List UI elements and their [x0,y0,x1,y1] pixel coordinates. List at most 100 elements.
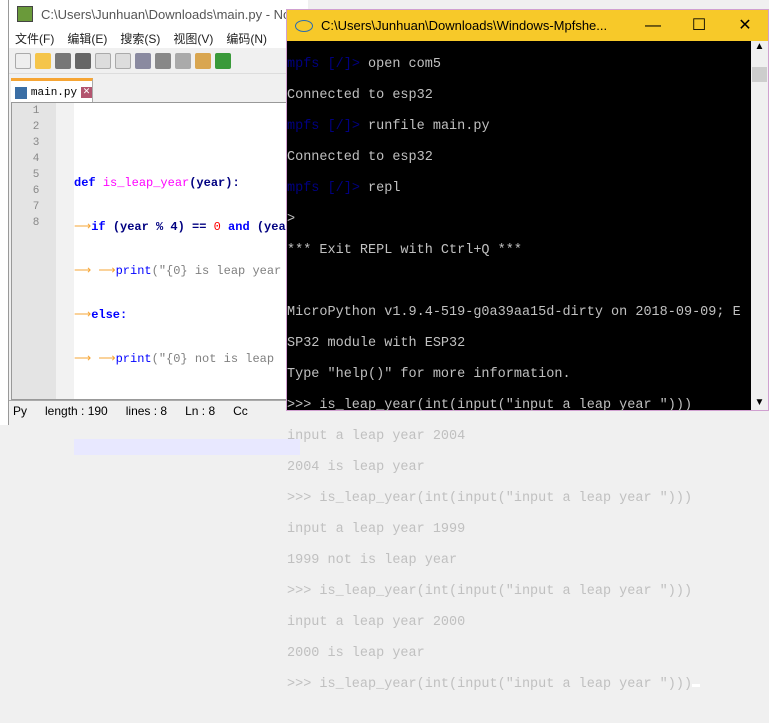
builtin: print [115,352,152,366]
console-line: mpfs [/]> runfile main.py [287,119,737,135]
tab-main-py[interactable]: main.py ✕ [11,78,93,104]
console-text: mpfs [287,119,328,134]
cut-icon[interactable] [155,52,171,69]
file-length: length : 190 [45,403,108,418]
toolbar [9,48,308,74]
saved-file-icon [15,86,27,99]
console-text: > [351,119,369,134]
menu-encoding[interactable]: 编码(N) [226,30,267,47]
line-number: 6 [32,185,40,197]
console-text: >>> is_leap_year(int(input("input a leap… [287,677,693,692]
console-text: mpfs [287,181,328,196]
maximize-button[interactable]: ☐ [676,10,722,41]
text-cursor [692,684,701,687]
console-scrollbar[interactable]: ▲ ▼ [751,41,768,410]
console-text: open com5 [368,57,441,72]
tab-bar: main.py ✕ [9,74,308,104]
console-line: Connected to esp32 [287,88,433,103]
print-icon[interactable] [135,52,151,69]
close-tab-icon[interactable]: ✕ [81,87,92,98]
line-number: 4 [32,153,40,165]
code-editor[interactable]: 1 2 3 4 5 6 7 8 def is_leap_year(year): … [11,102,301,455]
console-text: [/] [327,57,352,72]
code-token: (yea [249,220,286,234]
console-line: input a leap year 2000 [287,615,466,630]
string: ("{0} not is leap [151,352,275,366]
console-line: >>> is_leap_year(int(input("input a leap… [287,584,693,599]
notepad-title: C:\Users\Junhuan\Downloads\main.py - No [41,6,291,22]
cursor-line: Ln : 8 [185,403,216,418]
menu-view[interactable]: 视图(V) [173,30,213,47]
new-file-icon[interactable] [15,52,31,69]
copy-icon[interactable] [175,52,191,69]
console-text: repl [368,181,401,196]
console-title-bar: C:\Users\Junhuan\Downloads\Windows-Mpfsh… [287,10,768,41]
menu-search[interactable]: 搜索(S) [120,30,160,47]
console-text: runfile main.py [368,119,490,134]
line-count: lines : 8 [125,403,168,418]
console-line: > [287,212,296,227]
code-token: (year): [189,176,240,190]
console-line: >>> is_leap_year(int(input("input a leap… [287,398,693,413]
menu-file[interactable]: 文件(F) [15,30,54,47]
status-bar: Py length : 190 lines : 8 Ln : 8 Cc [9,400,309,420]
console-text: [/] [327,181,352,196]
console-line: MicroPython v1.9.4-519-g0a39aa15d-dirty … [287,305,741,320]
builtin: print [115,264,152,278]
keyword: if [91,220,106,234]
console-line: mpfs [/]> open com5 [287,57,737,73]
close-button[interactable]: ✕ [722,10,768,41]
current-line [74,439,300,455]
open-folder-icon[interactable] [35,52,51,69]
line-number: 7 [32,201,40,213]
console-output[interactable]: mpfs [/]> open com5 Connected to esp32 m… [287,41,741,692]
console-text: [/] [327,119,352,134]
console-line: Type "help()" for more information. [287,367,571,382]
console-line: 2000 is leap year [287,646,425,661]
code-token: (year % 4) == [112,220,214,234]
line-number: 1 [32,105,40,117]
undo-icon[interactable] [215,52,231,69]
fold-margin[interactable] [56,103,74,399]
console-window: C:\Users\Junhuan\Downloads\Windows-Mpfsh… [286,9,769,692]
code-text: def is_leap_year(year): ⟶if (year % 4) =… [74,103,300,483]
number: 0 [213,220,221,234]
menu-edit[interactable]: 编辑(E) [67,30,107,47]
save-icon[interactable] [55,52,71,69]
console-line: SP32 module with ESP32 [287,336,466,351]
keyword: and [228,220,250,234]
console-line: input a leap year 2004 [287,429,466,444]
function-name: is_leap_year [102,176,190,190]
cursor-col: Cc [233,403,248,418]
console-line: >>> is_leap_year(int(input("input a leap… [287,677,737,693]
close-all-icon[interactable] [115,52,131,69]
notepad-title-bar: C:\Users\Junhuan\Downloads\main.py - No [9,0,308,28]
line-number: 3 [32,137,40,149]
console-line: mpfs [/]> repl [287,181,737,197]
console-line: input a leap year 1999 [287,522,466,537]
save-all-icon[interactable] [75,52,91,69]
notepad-app-icon [17,6,33,22]
scroll-down-icon[interactable]: ▼ [751,397,768,408]
string: ("{0} is leap year [151,264,282,278]
tab-label: main.py [30,86,78,99]
console-app-icon [295,19,313,32]
console-title: C:\Users\Junhuan\Downloads\Windows-Mpfsh… [321,18,608,33]
console-text: > [351,57,369,72]
console-line: >>> is_leap_year(int(input("input a leap… [287,491,693,506]
console-line: Connected to esp32 [287,150,433,165]
minimize-button[interactable]: — [630,10,676,41]
paste-icon[interactable] [195,52,211,69]
keyword: else: [91,308,128,322]
keyword: def [74,176,96,190]
console-line: *** Exit REPL with Ctrl+Q *** [287,243,522,258]
scrollbar-thumb[interactable] [752,67,767,82]
close-file-icon[interactable] [95,52,111,69]
line-number: 8 [32,217,40,229]
line-number: 2 [32,121,40,133]
menu-bar: 文件(F) 编辑(E) 搜索(S) 视图(V) 编码(N) [9,28,308,48]
line-number: 5 [32,169,40,181]
console-text: mpfs [287,57,328,72]
scroll-up-icon[interactable]: ▲ [751,41,768,52]
